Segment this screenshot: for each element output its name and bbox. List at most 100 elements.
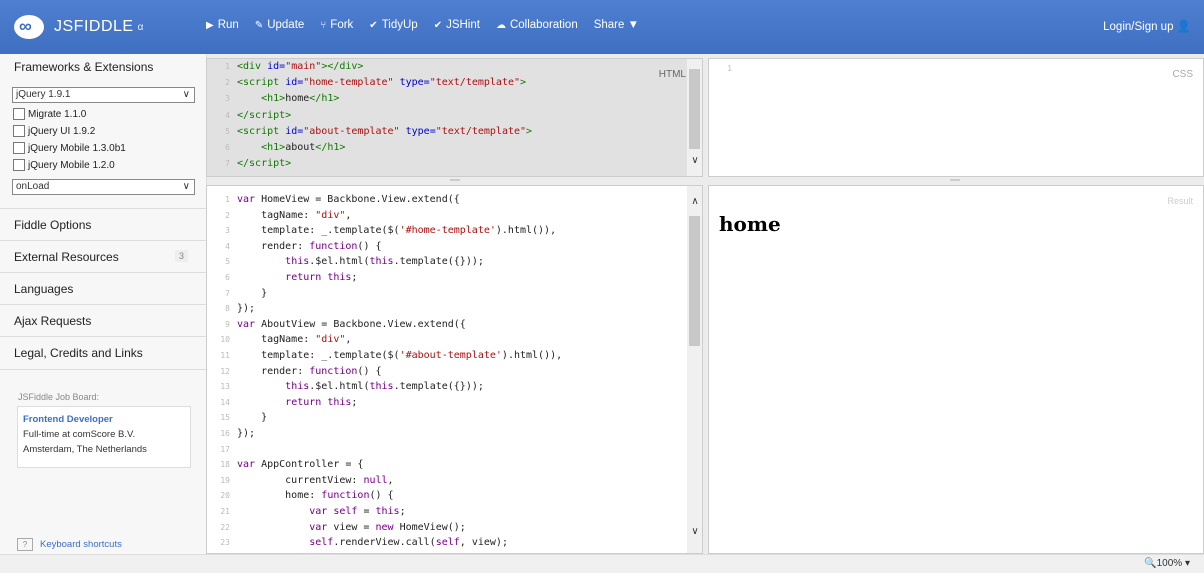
chevron-down-icon: ∨ <box>182 181 190 192</box>
line-number: 6 <box>225 273 230 282</box>
code-line[interactable]: </script> <box>237 110 291 121</box>
chevron-up-icon[interactable]: ∧ <box>688 196 702 207</box>
play-icon: ▶ <box>206 20 214 31</box>
result-panel[interactable]: Result home <box>708 185 1204 554</box>
code-line[interactable]: template: _.template($('#about-template'… <box>237 350 562 361</box>
line-number: 19 <box>220 475 230 485</box>
code-line[interactable]: return this; <box>237 397 357 408</box>
job-detail: Full-time at comScore B.V. <box>23 429 136 440</box>
line-number: 1 <box>727 64 732 73</box>
code-line[interactable]: var view = new HomeView(); <box>237 522 466 533</box>
action-update[interactable]: ✎ Update <box>255 19 304 31</box>
code-line[interactable]: } <box>237 412 267 423</box>
code-line[interactable]: } <box>237 288 267 299</box>
login-signup-button[interactable]: Login/Sign up 👤 <box>1103 19 1191 33</box>
scrollbar[interactable]: ∧ ∨ <box>687 186 702 553</box>
checkbox[interactable] <box>13 108 25 120</box>
job-board-box: Frontend Developer Full-time at comScore… <box>17 406 191 468</box>
job-link[interactable]: Frontend Developer <box>23 414 113 425</box>
action-run[interactable]: ▶ Run <box>206 19 239 31</box>
line-number: 1 <box>225 62 230 71</box>
line-number: 11 <box>220 351 230 360</box>
code-line[interactable]: tagName: "div", <box>237 210 351 221</box>
extension-checkbox-row[interactable]: jQuery Mobile 1.3.0b1 <box>13 140 126 156</box>
action-fork[interactable]: ⑂ Fork <box>320 19 353 31</box>
section-label: External Resources <box>14 250 119 264</box>
code-line[interactable]: var AppController = { <box>237 459 363 470</box>
framework-select[interactable]: jQuery 1.9.1 ∨ <box>12 87 195 103</box>
css-editor[interactable]: 1 CSS <box>708 58 1204 177</box>
scrollbar-thumb[interactable] <box>689 69 700 149</box>
code-line[interactable]: self.renderView.call(self, view); <box>237 537 508 548</box>
checkbox[interactable] <box>13 125 25 137</box>
code-line[interactable]: tagName: "div", <box>237 334 351 345</box>
code-line[interactable]: <h1>about</h1> <box>237 142 345 153</box>
action-label: TidyUp <box>381 19 418 31</box>
checkbox[interactable] <box>13 159 25 171</box>
code-line[interactable]: <h1>home</h1> <box>237 93 339 104</box>
code-line[interactable]: var HomeView = Backbone.View.extend({ <box>237 194 460 205</box>
section-ajax-requests[interactable]: Ajax Requests <box>0 304 206 337</box>
sidebar: Frameworks & Extensions jQuery 1.9.1 ∨ M… <box>0 54 207 554</box>
code-line[interactable]: render: function() { <box>237 366 381 377</box>
line-number: 6 <box>225 143 230 152</box>
section-label: Languages <box>14 282 74 296</box>
checkbox[interactable] <box>13 142 25 154</box>
section-fiddle-options[interactable]: Fiddle Options <box>0 208 206 241</box>
extension-label: jQuery Mobile 1.3.0b1 <box>28 142 126 154</box>
keyboard-shortcuts-link[interactable]: ? Keyboard shortcuts <box>17 538 122 551</box>
extension-checkbox-row[interactable]: jQuery UI 1.9.2 <box>13 123 95 139</box>
section-external-resources[interactable]: External Resources 3 <box>0 240 206 273</box>
resize-handle[interactable] <box>950 179 960 181</box>
scrollbar[interactable]: ∨ <box>687 59 702 176</box>
code-line[interactable]: }); <box>237 428 255 439</box>
code-line[interactable]: home: function() { <box>237 490 393 501</box>
action-label: Share ▼ <box>593 19 639 31</box>
code-line[interactable]: </script> <box>237 158 291 169</box>
code-line[interactable]: template: _.template($('#home-template')… <box>237 225 556 236</box>
check-icon: ✔ <box>433 20 443 31</box>
zoom-control[interactable]: 🔍100% ▾ <box>1144 558 1190 569</box>
line-number: 2 <box>225 210 230 220</box>
line-number: 21 <box>220 507 230 516</box>
action-label: Update <box>267 19 305 31</box>
extension-checkbox-row[interactable]: jQuery Mobile 1.2.0 <box>13 157 115 173</box>
line-number: 4 <box>225 110 230 120</box>
code-line[interactable]: currentView: null, <box>237 475 393 486</box>
code-line[interactable]: <script id="about-template" type="text/t… <box>237 126 532 137</box>
load-type-select[interactable]: onLoad ∨ <box>12 179 195 195</box>
code-line[interactable]: var self = this; <box>237 506 405 517</box>
resize-handle[interactable] <box>450 179 460 181</box>
html-editor[interactable]: 1 <div id="main"></div> 2 <script id="home-… <box>206 58 703 177</box>
result-panel-label: Result <box>1167 196 1193 206</box>
js-editor[interactable]: 1 var HomeView = Backbone.View.extend({2 … <box>206 185 703 554</box>
action-share[interactable]: Share ▼ <box>594 19 639 31</box>
chevron-down-icon[interactable]: ∨ <box>688 155 702 166</box>
action-jshint[interactable]: ✔ JSHint <box>434 19 480 31</box>
code-line[interactable]: return this; <box>237 272 357 283</box>
action-tidyup[interactable]: ✔ TidyUp <box>369 19 417 31</box>
line-number: 13 <box>220 382 230 392</box>
code-line[interactable]: this.$el.html(this.template({})); <box>237 256 484 267</box>
section-languages[interactable]: Languages <box>0 272 206 305</box>
line-number: 4 <box>225 241 230 251</box>
extension-checkbox-row[interactable]: Migrate 1.1.0 <box>13 106 86 122</box>
code-line[interactable]: render: function() { <box>237 241 381 252</box>
code-line[interactable]: <script id="home-template" type="text/te… <box>237 77 526 88</box>
line-number: 14 <box>220 397 230 407</box>
line-number: 9 <box>225 319 230 329</box>
action-collaboration[interactable]: ☁ Collaboration <box>496 19 578 31</box>
toolbar-actions: ▶ Run ✎ Update ⑂ Fork ✔ TidyUp ✔ JSHint ☁ Collabora… <box>206 19 655 31</box>
code-line[interactable]: }); <box>237 303 255 314</box>
chevron-down-icon[interactable]: ∨ <box>688 526 702 537</box>
code-line[interactable]: <div id="main"></div> <box>237 61 363 72</box>
line-number: 15 <box>220 413 230 423</box>
html-panel-label: HTML <box>658 69 686 80</box>
code-line[interactable]: this.$el.html(this.template({})); <box>237 381 484 392</box>
logo[interactable]: JSFIDDLE α <box>14 14 143 40</box>
line-number: 5 <box>225 257 230 267</box>
line-number: 7 <box>225 159 230 169</box>
section-legal[interactable]: Legal, Credits and Links <box>0 336 206 370</box>
scrollbar-thumb[interactable] <box>689 216 700 346</box>
code-line[interactable]: var AboutView = Backbone.View.extend({ <box>237 319 466 330</box>
